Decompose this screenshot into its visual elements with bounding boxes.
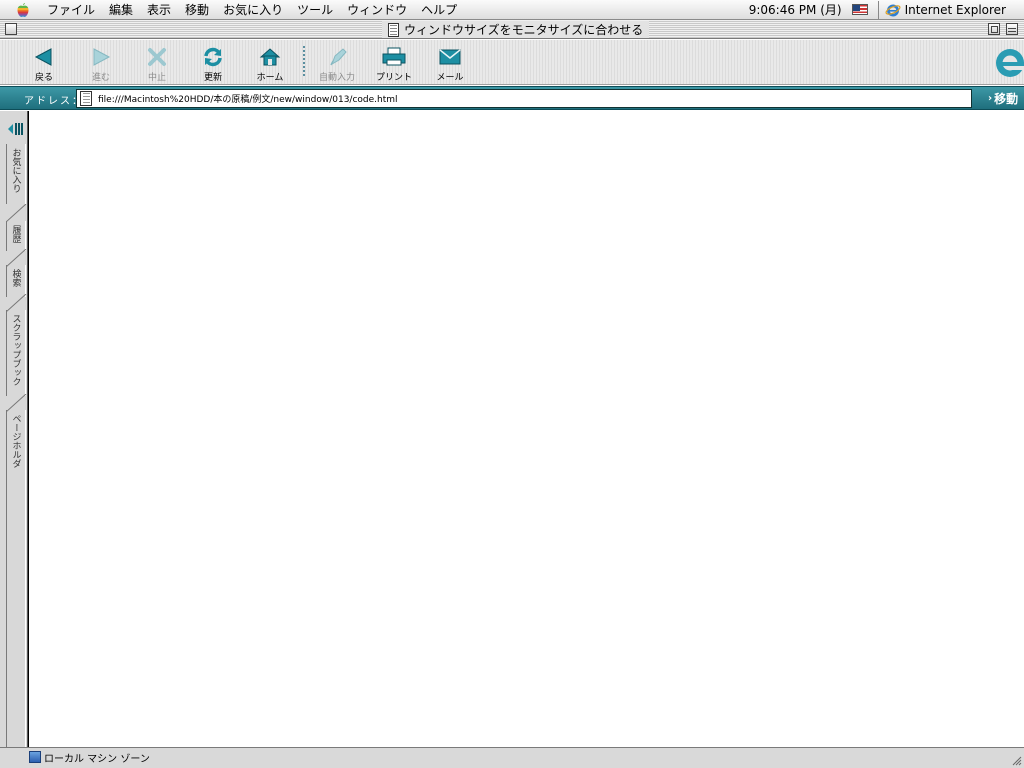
application-menu-name[interactable]: Internet Explorer <box>905 3 1024 17</box>
tab-page-holder[interactable]: ページホルダ <box>6 410 26 482</box>
mail-button[interactable]: メール <box>422 46 478 84</box>
explorer-bar-toggle-icon[interactable] <box>7 122 25 136</box>
keyboard-flag-icon[interactable] <box>851 4 868 15</box>
menu-favorites[interactable]: お気に入り <box>216 1 290 19</box>
refresh-button-label: 更新 <box>203 73 222 83</box>
tab-scrapbook-label: スクラップブック <box>10 314 21 386</box>
page-document-icon[interactable] <box>80 91 92 106</box>
go-button-label: 移動 <box>994 92 1019 106</box>
menu-go[interactable]: 移動 <box>178 1 216 19</box>
stop-button-label: 中止 <box>147 73 166 83</box>
page-content-area[interactable] <box>28 111 1024 747</box>
address-url[interactable]: file:///Macintosh%20HDD/本の原稿/例文/new/wind… <box>98 92 398 105</box>
internet-explorer-icon[interactable] <box>885 2 901 18</box>
back-button-label: 戻る <box>34 73 53 83</box>
menu-edit[interactable]: 編集 <box>102 1 140 19</box>
menu-file[interactable]: ファイル <box>40 1 102 19</box>
menu-bar-status-area: 9:06:46 PM (月) Internet Explorer <box>739 0 1024 19</box>
autofill-pen-icon <box>330 48 347 66</box>
mail-button-label: メール <box>436 73 464 83</box>
address-label: アドレス： <box>24 96 84 107</box>
status-bar: ローカル マシン ゾーン <box>0 747 1024 768</box>
address-bar: アドレス： file:///Macintosh%20HDD/本の原稿/例文/ne… <box>0 86 1024 110</box>
forward-arrow-icon <box>93 48 111 66</box>
home-icon <box>259 48 281 66</box>
menu-divider <box>877 0 879 19</box>
explorer-bar: お気に入り 履歴 検索 スクラップブック ページホルダ <box>0 111 28 747</box>
window-zoom-box[interactable] <box>988 23 1000 35</box>
menu-view[interactable]: 表示 <box>140 1 178 19</box>
tab-scrapbook[interactable]: スクラップブック <box>6 310 26 396</box>
autofill-button[interactable]: 自動入力 <box>309 46 365 84</box>
menu-bar: ファイル 編集 表示 移動 お気に入り ツール ウィンドウ ヘルプ 9:06:4… <box>0 0 1024 20</box>
back-arrow-icon <box>34 48 52 66</box>
tab-favorites[interactable]: お気に入り <box>6 144 26 204</box>
menu-clock[interactable]: 9:06:46 PM (月) <box>739 1 852 18</box>
menu-tools[interactable]: ツール <box>290 1 340 19</box>
security-zone-text: ローカル マシン ゾーン <box>44 754 150 765</box>
document-icon <box>388 22 399 37</box>
toolbar-separator <box>303 46 305 76</box>
address-field[interactable]: file:///Macintosh%20HDD/本の原稿/例文/new/wind… <box>76 89 972 108</box>
forward-button[interactable]: 進む <box>73 46 129 84</box>
home-button[interactable]: ホーム <box>242 46 298 84</box>
printer-icon <box>382 47 406 66</box>
print-button[interactable]: プリント <box>366 46 422 84</box>
refresh-icon <box>204 47 222 67</box>
window-title-bar[interactable]: ウィンドウサイズをモニタサイズに合わせる <box>0 20 1024 39</box>
menu-help[interactable]: ヘルプ <box>414 1 464 19</box>
stop-button[interactable]: 中止 <box>129 46 185 84</box>
button-toolbar: 戻る 進む 中止 更新 ホーム 自動入力 プリント メール <box>0 40 1024 85</box>
tab-page-holder-label: ページホルダ <box>10 414 21 468</box>
tab-divider <box>6 204 27 222</box>
menu-window[interactable]: ウィンドウ <box>340 1 414 19</box>
window-close-box[interactable] <box>5 23 17 35</box>
tab-favorites-label: お気に入り <box>10 148 21 193</box>
tab-history-label: 履歴 <box>10 225 21 243</box>
window-title: ウィンドウサイズをモニタサイズに合わせる <box>382 21 650 38</box>
stop-x-icon <box>148 48 166 66</box>
autofill-button-label: 自動入力 <box>318 73 355 83</box>
back-button[interactable]: 戻る <box>16 46 72 84</box>
explorer-bar-rail <box>6 482 26 747</box>
go-button[interactable]: › 移動 <box>976 89 1024 108</box>
window-collapse-box[interactable] <box>1006 23 1018 35</box>
home-button-label: ホーム <box>256 73 284 83</box>
refresh-button[interactable]: 更新 <box>185 46 241 84</box>
tab-history[interactable]: 履歴 <box>6 221 26 251</box>
resize-grip-icon[interactable] <box>1012 752 1022 766</box>
security-zone-icon <box>29 751 41 763</box>
window-title-text: ウィンドウサイズをモニタサイズに合わせる <box>404 23 644 37</box>
print-button-label: プリント <box>375 73 412 83</box>
tab-search-label: 検索 <box>10 269 21 287</box>
tab-search[interactable]: 検索 <box>6 265 26 297</box>
mail-envelope-icon <box>439 49 461 65</box>
go-arrow-icon: › <box>988 93 993 104</box>
apple-menu-icon[interactable] <box>12 1 34 19</box>
forward-button-label: 進む <box>91 73 110 83</box>
internet-explorer-logo[interactable] <box>990 44 1024 80</box>
